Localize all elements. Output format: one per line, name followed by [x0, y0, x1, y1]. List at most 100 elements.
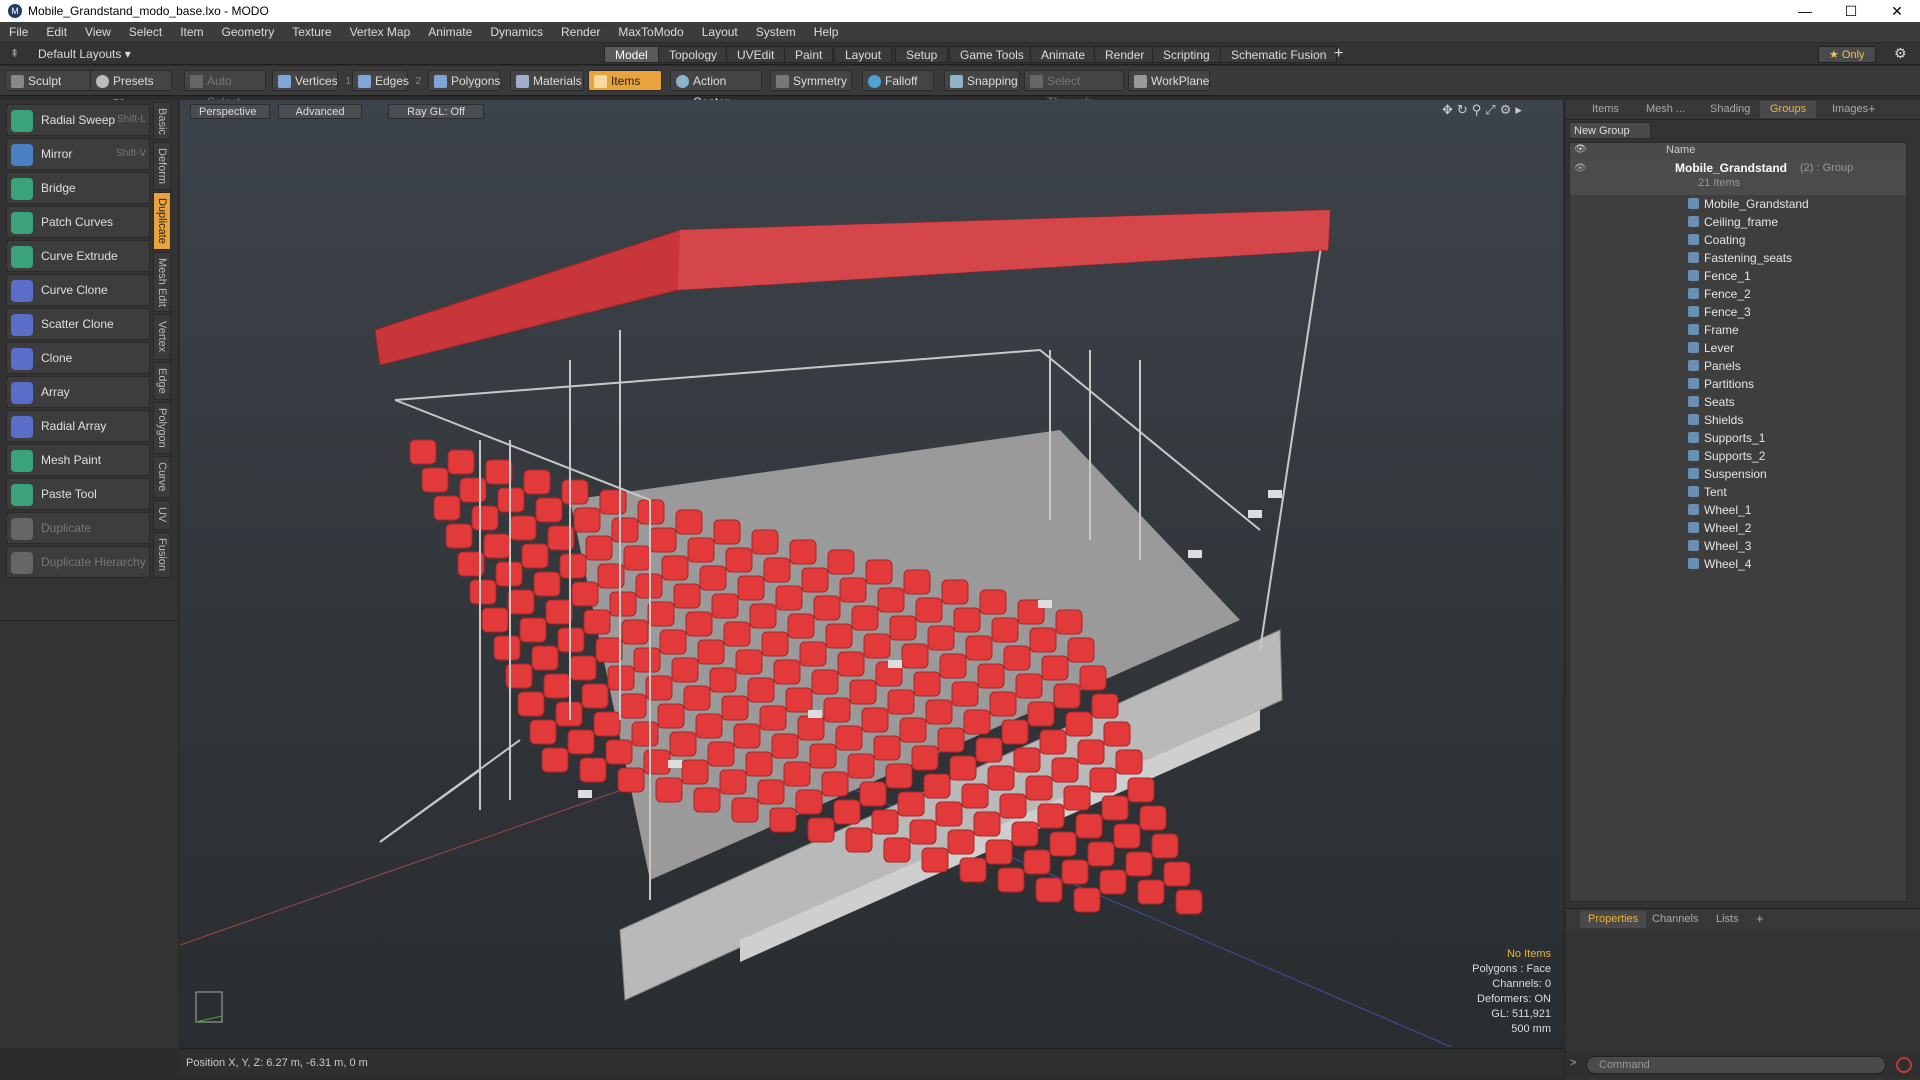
list-item[interactable]: Coating — [1688, 231, 1745, 249]
list-item[interactable]: Mobile_Grandstand — [1688, 195, 1809, 213]
edges-button[interactable]: Edges 2 — [352, 70, 421, 91]
menu-help[interactable]: Help — [805, 25, 848, 39]
curve-extrude-button[interactable]: Curve Extrude — [6, 240, 150, 272]
list-item[interactable]: Partitions — [1688, 375, 1754, 393]
only-toggle[interactable]: ★ Only — [1818, 46, 1876, 63]
patch-curves-button[interactable]: Patch Curves — [6, 206, 150, 238]
radial-array-button[interactable]: Radial Array — [6, 410, 150, 442]
menu-texture[interactable]: Texture — [283, 25, 340, 39]
tab-layout[interactable]: Layout — [834, 46, 893, 63]
menu-maxtomodo[interactable]: MaxToModo — [609, 25, 692, 39]
menu-dynamics[interactable]: Dynamics — [481, 25, 552, 39]
tab-mesh[interactable]: Mesh ... — [1636, 101, 1695, 118]
group-row[interactable]: 👁 Mobile_Grandstand (2) : Group 21 Items — [1570, 159, 1906, 195]
list-item[interactable]: Suspension — [1688, 465, 1767, 483]
list-item[interactable]: Wheel_3 — [1688, 537, 1751, 555]
menu-view[interactable]: View — [76, 25, 120, 39]
action-center-button[interactable]: Action Center — [670, 70, 762, 109]
tab-scripting[interactable]: Scripting — [1152, 46, 1221, 63]
menu-file[interactable]: File — [0, 25, 37, 39]
symmetry-button[interactable]: Symmetry — [770, 70, 852, 91]
list-item[interactable]: Shields — [1688, 411, 1743, 429]
vtab-duplicate[interactable]: Duplicate — [153, 192, 171, 250]
list-item[interactable]: Ceiling_frame — [1688, 213, 1778, 231]
list-item[interactable]: Fence_3 — [1688, 303, 1751, 321]
tab-paint[interactable]: Paint — [784, 46, 834, 63]
list-item[interactable]: Seats — [1688, 393, 1735, 411]
vtab-uv[interactable]: UV — [153, 500, 171, 530]
menu-geometry[interactable]: Geometry — [213, 25, 284, 39]
minimize-button[interactable]: — — [1782, 0, 1828, 22]
array-button[interactable]: Array — [6, 376, 150, 408]
tab-model[interactable]: Model — [604, 46, 659, 63]
mirror-button[interactable]: Mirror Shift-V — [6, 138, 150, 170]
tab-uvedit[interactable]: UVEdit — [726, 46, 786, 63]
new-group-button[interactable]: New Group — [1569, 122, 1651, 139]
vtab-curve[interactable]: Curve — [153, 456, 171, 498]
tab-game-tools[interactable]: Game Tools — [949, 46, 1035, 63]
menu-vertex-map[interactable]: Vertex Map — [341, 25, 420, 39]
name-column-header[interactable]: Name — [1666, 144, 1695, 156]
vertices-button[interactable]: Vertices 1 — [272, 70, 351, 91]
add-tab-button[interactable]: + — [1334, 45, 1343, 63]
tab-properties[interactable]: Properties — [1580, 911, 1647, 928]
tab-items[interactable]: Items — [1582, 101, 1629, 118]
list-item[interactable]: Wheel_4 — [1688, 555, 1751, 573]
tab-setup[interactable]: Setup — [895, 46, 949, 63]
tab-render[interactable]: Render — [1094, 46, 1156, 63]
record-icon[interactable] — [1896, 1057, 1912, 1073]
radial-sweep-button[interactable]: Radial Sweep Shift-L — [6, 104, 150, 136]
3d-viewport[interactable]: Perspective Advanced Ray GL: Off ✥↻⚲⤢⚙▸ — [180, 100, 1563, 1047]
clone-button[interactable]: Clone — [6, 342, 150, 374]
vtab-polygon[interactable]: Polygon — [153, 402, 171, 454]
tab-topology[interactable]: Topology — [658, 46, 729, 63]
paste-tool-button[interactable]: Paste Tool — [6, 478, 150, 510]
list-item[interactable]: Fence_1 — [1688, 267, 1751, 285]
duplicate-button[interactable]: Duplicate — [6, 512, 150, 544]
sculpt-button[interactable]: Sculpt — [5, 70, 93, 91]
list-item[interactable]: Supports_2 — [1688, 447, 1765, 465]
tab-channels[interactable]: Channels — [1652, 913, 1698, 925]
duplicate-hierarchy-button[interactable]: Duplicate Hierarchy — [6, 546, 150, 578]
tab-lists[interactable]: Lists — [1716, 913, 1739, 925]
curve-clone-button[interactable]: Curve Clone — [6, 274, 150, 306]
tab-groups[interactable]: Groups — [1760, 101, 1817, 118]
menu-select[interactable]: Select — [120, 25, 171, 39]
tab-schematic-fusion[interactable]: Schematic Fusion — [1220, 46, 1338, 63]
tab-animate[interactable]: Animate — [1030, 46, 1097, 63]
vtab-vertex[interactable]: Vertex — [153, 314, 171, 360]
list-item[interactable]: Fence_2 — [1688, 285, 1751, 303]
polygons-button[interactable]: Polygons — [428, 70, 500, 91]
menu-edit[interactable]: Edit — [37, 25, 76, 39]
list-item[interactable]: Frame — [1688, 321, 1739, 339]
scatter-clone-button[interactable]: Scatter Clone — [6, 308, 150, 340]
tab-shading[interactable]: Shading — [1700, 101, 1760, 118]
list-item[interactable]: Panels — [1688, 357, 1741, 375]
list-item[interactable]: Wheel_2 — [1688, 519, 1751, 537]
falloff-button[interactable]: Falloff — [862, 70, 934, 91]
list-item[interactable]: Supports_1 — [1688, 429, 1765, 447]
menu-layout[interactable]: Layout — [693, 25, 747, 39]
list-item[interactable]: Fastening_seats — [1688, 249, 1792, 267]
vtab-fusion[interactable]: Fusion — [153, 532, 171, 578]
vtab-basic[interactable]: Basic — [153, 102, 171, 140]
list-item[interactable]: Tent — [1688, 483, 1727, 501]
menu-render[interactable]: Render — [552, 25, 609, 39]
maximize-button[interactable]: ☐ — [1828, 0, 1874, 22]
close-button[interactable]: ✕ — [1874, 0, 1920, 22]
menu-animate[interactable]: Animate — [419, 25, 481, 39]
layout-arrow-icon[interactable]: ⇞ — [10, 47, 19, 60]
items-button[interactable]: Items — [588, 70, 662, 91]
bridge-button[interactable]: Bridge — [6, 172, 150, 204]
gear-icon[interactable]: ⚙ — [1894, 45, 1907, 62]
menu-item[interactable]: Item — [171, 25, 212, 39]
presets-button[interactable]: Presets F6 — [90, 70, 172, 109]
auto-select-button[interactable]: Auto Select — [184, 70, 266, 109]
default-layouts-dropdown[interactable]: Default Layouts ▾ — [38, 47, 131, 61]
materials-button[interactable]: Materials — [510, 70, 584, 91]
vtab-deform[interactable]: Deform — [153, 142, 171, 190]
group-visibility-icon[interactable]: 👁 — [1574, 163, 1587, 174]
workplane-button[interactable]: WorkPlane — [1128, 70, 1210, 91]
add-tab-button[interactable]: + — [1868, 101, 1876, 116]
snapping-button[interactable]: Snapping — [944, 70, 1020, 91]
